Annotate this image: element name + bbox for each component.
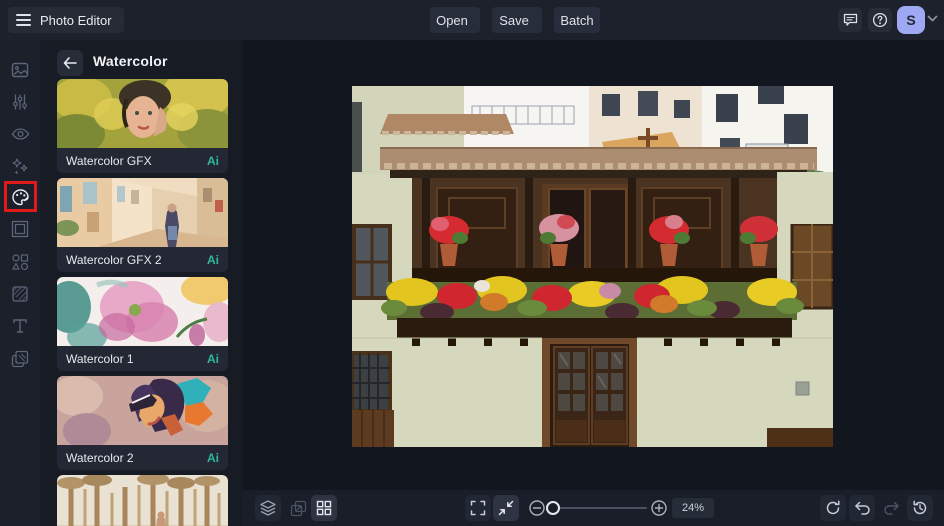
style-card-watercolor-gfx[interactable]: Watercolor GFX Ai	[57, 79, 228, 173]
ai-badge: Ai	[207, 252, 219, 267]
thumbnail-palms	[57, 475, 228, 526]
app-menu[interactable]: Photo Editor	[8, 7, 124, 33]
card-label: Watercolor GFX 2	[66, 252, 162, 267]
palette-icon	[11, 188, 29, 205]
photo-editor-app: Photo Editor Open Save Batch S Watercolo…	[0, 0, 944, 526]
redo-icon	[883, 501, 899, 515]
card-label: Watercolor GFX	[66, 153, 152, 168]
zoom-level-value: 24%	[672, 498, 714, 518]
grid-icon	[316, 500, 332, 516]
layers-icon	[260, 500, 276, 516]
sidebar-item-textures[interactable]	[8, 347, 32, 371]
style-card-watercolor-2[interactable]: Watercolor 2 Ai	[57, 376, 228, 470]
fit-screen-icon	[498, 500, 514, 516]
ai-badge: Ai	[207, 450, 219, 465]
save-button[interactable]: Save	[492, 7, 542, 33]
card-label: Watercolor 2	[66, 450, 134, 465]
sidebar-item-touchup[interactable]	[8, 122, 32, 146]
layers-button[interactable]	[255, 495, 281, 521]
fit-screen-button[interactable]	[493, 495, 519, 521]
thumbnail-watercolor-gfx	[57, 79, 228, 148]
back-arrow-icon	[63, 57, 77, 69]
top-bar: Photo Editor Open Save Batch S	[0, 0, 944, 40]
sidebar-item-frames[interactable]	[8, 217, 32, 241]
expand-icon	[470, 500, 486, 516]
canvas-area	[243, 40, 944, 490]
sidebar-item-effects[interactable]	[8, 154, 32, 178]
tools-sidebar	[0, 40, 40, 526]
style-card-watercolor-gfx-2[interactable]: Watercolor GFX 2 Ai	[57, 178, 228, 272]
eye-icon	[11, 128, 29, 140]
layers-icon	[11, 350, 29, 368]
feedback-button[interactable]	[838, 8, 862, 32]
watercolor-panel: Watercolor Watercolor GFX Ai Watercolor …	[40, 40, 243, 526]
reset-button[interactable]	[820, 495, 846, 521]
texture-icon	[12, 286, 28, 302]
compare-icon	[290, 500, 306, 516]
sparkles-icon	[12, 158, 28, 175]
undo-icon	[854, 501, 870, 515]
card-label: Watercolor 1	[66, 351, 134, 366]
redo-button[interactable]	[878, 495, 904, 521]
undo-button[interactable]	[849, 495, 875, 521]
sidebar-item-overlays[interactable]	[8, 282, 32, 306]
batch-button[interactable]: Batch	[554, 7, 600, 33]
panel-title: Watercolor	[93, 53, 168, 69]
text-icon	[13, 319, 27, 333]
app-title: Photo Editor	[40, 12, 112, 28]
ai-badge: Ai	[207, 153, 219, 168]
menu-icon	[16, 14, 31, 26]
frame-icon	[11, 220, 29, 238]
chat-icon	[843, 13, 857, 26]
grid-view-button[interactable]	[311, 495, 337, 521]
thumbnail-watercolor-2	[57, 376, 228, 445]
zoom-slider-track[interactable]	[552, 507, 647, 509]
account-chevron-down-icon[interactable]	[927, 15, 938, 23]
sidebar-item-text[interactable]	[8, 314, 32, 338]
zoom-in-icon	[651, 500, 667, 516]
sidebar-item-graphics[interactable]	[8, 250, 32, 274]
sidebar-item-edit[interactable]	[8, 58, 32, 82]
compare-button[interactable]	[285, 495, 311, 521]
style-card-partial[interactable]	[57, 475, 228, 526]
image-icon	[11, 62, 29, 78]
zoom-slider-handle[interactable]	[546, 501, 560, 515]
reset-icon	[826, 500, 840, 515]
fullscreen-button[interactable]	[465, 495, 491, 521]
ai-badge: Ai	[207, 351, 219, 366]
history-icon	[913, 500, 927, 515]
thumbnail-watercolor-1	[57, 277, 228, 346]
thumbnail-watercolor-gfx-2	[57, 178, 228, 247]
sidebar-item-artsy[interactable]	[8, 185, 32, 209]
back-button[interactable]	[57, 50, 83, 76]
history-button[interactable]	[907, 495, 933, 521]
zoom-in-button[interactable]	[646, 495, 672, 521]
bottom-toolbar: 24%	[243, 490, 944, 526]
zoom-out-icon	[529, 500, 545, 516]
sidebar-item-adjust[interactable]	[8, 90, 32, 114]
style-card-watercolor-1[interactable]: Watercolor 1 Ai	[57, 277, 228, 371]
canvas-image	[352, 86, 833, 447]
sliders-icon	[13, 94, 27, 110]
help-button[interactable]	[868, 8, 892, 32]
avatar[interactable]: S	[897, 6, 925, 34]
shapes-icon	[12, 254, 29, 271]
open-button[interactable]: Open	[430, 7, 480, 33]
help-icon	[872, 12, 888, 28]
